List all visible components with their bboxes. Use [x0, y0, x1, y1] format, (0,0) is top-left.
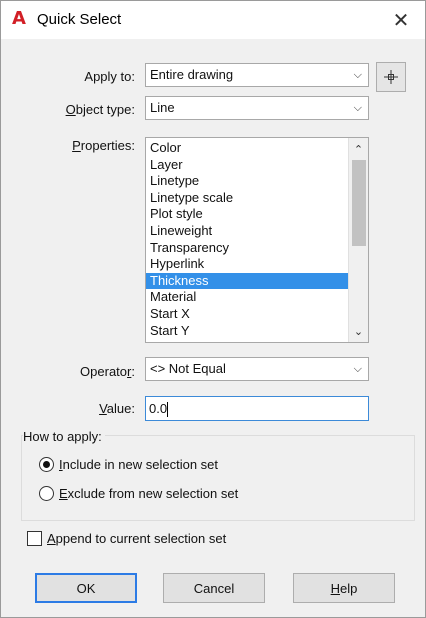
include-label: Include in new selection set: [59, 457, 218, 472]
quick-select-dialog: A Quick Select ✕ Apply to: Entire drawin…: [0, 0, 426, 618]
scroll-down-icon[interactable]: ⌄: [349, 322, 368, 340]
properties-list-item[interactable]: Linetype: [146, 173, 348, 190]
properties-list-item[interactable]: Start Y: [146, 323, 348, 340]
properties-label: Properties:: [72, 138, 135, 153]
properties-scrollbar[interactable]: ⌃ ⌄: [348, 138, 368, 342]
ok-button[interactable]: OK: [35, 573, 137, 603]
properties-list-item[interactable]: Color: [146, 140, 348, 157]
properties-list-item[interactable]: Thickness: [146, 272, 348, 290]
include-radio-option[interactable]: Include in new selection set: [39, 457, 218, 472]
append-option[interactable]: Append to current selection set: [27, 531, 226, 546]
properties-list-item[interactable]: Layer: [146, 157, 348, 174]
close-icon: ✕: [392, 9, 410, 32]
append-checkbox[interactable]: [27, 531, 42, 546]
dialog-title: Quick Select: [37, 11, 122, 28]
how-to-apply-title: How to apply:: [23, 429, 105, 444]
properties-list-item[interactable]: Transparency: [146, 240, 348, 257]
properties-list: Color Layer Linetype Linetype scale Plot sty…: [146, 140, 348, 342]
apply-to-value: Entire drawing: [150, 67, 234, 82]
operator-value: <> Not Equal: [150, 361, 226, 376]
exclude-radio-option[interactable]: Exclude from new selection set: [39, 486, 238, 501]
help-button[interactable]: Help: [293, 573, 395, 603]
select-objects-icon: [384, 70, 398, 84]
properties-list-item[interactable]: Hyperlink: [146, 256, 348, 273]
include-radio[interactable]: [39, 457, 54, 472]
apply-to-dropdown[interactable]: Entire drawing ⌵: [145, 63, 369, 87]
exclude-label: Exclude from new selection set: [59, 486, 239, 501]
value-label: Value:: [99, 401, 135, 416]
scroll-thumb[interactable]: [352, 160, 366, 246]
exclude-radio[interactable]: [39, 486, 54, 501]
properties-list-item[interactable]: Plot style: [146, 206, 348, 223]
scroll-up-icon[interactable]: ⌃: [349, 140, 368, 158]
append-label: Append to current selection set: [47, 531, 227, 546]
operator-label: Operator:: [80, 364, 135, 379]
chevron-down-icon: ⌵: [353, 363, 362, 375]
properties-list-item[interactable]: Start Z: [146, 339, 348, 342]
properties-list-item[interactable]: Material: [146, 289, 348, 306]
value-input[interactable]: 0.0: [145, 396, 369, 421]
object-type-label: Object type:: [65, 102, 135, 117]
chevron-down-icon: ⌵: [353, 69, 362, 81]
close-button[interactable]: ✕: [387, 7, 415, 33]
operator-dropdown[interactable]: <> Not Equal ⌵: [145, 357, 369, 381]
apply-to-label: Apply to:: [84, 69, 135, 84]
object-type-value: Line: [150, 100, 175, 115]
cancel-button[interactable]: Cancel: [163, 573, 265, 603]
properties-listbox[interactable]: Color Layer Linetype Linetype scale Plot sty…: [145, 137, 369, 343]
chevron-down-icon: ⌵: [353, 102, 362, 114]
autocad-logo-icon: A: [12, 8, 26, 29]
properties-list-item[interactable]: Lineweight: [146, 223, 348, 240]
object-type-dropdown[interactable]: Line ⌵: [145, 96, 369, 120]
how-to-apply-group: [21, 435, 415, 521]
properties-list-item[interactable]: Start X: [146, 306, 348, 323]
title-bar: A Quick Select ✕: [1, 1, 425, 39]
select-objects-button[interactable]: [376, 62, 406, 92]
properties-list-item[interactable]: Linetype scale: [146, 190, 348, 207]
